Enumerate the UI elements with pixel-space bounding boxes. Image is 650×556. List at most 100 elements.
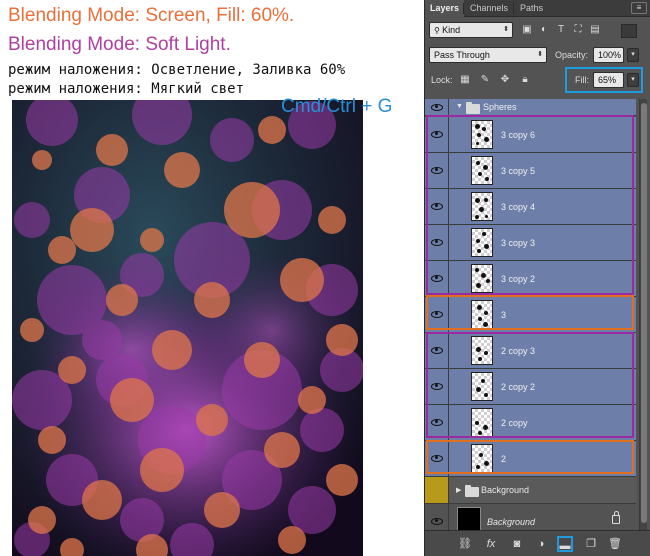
lock-all-icon[interactable]: 🔒︎: [519, 74, 531, 86]
orange-sphere: [224, 182, 280, 238]
lock-icon: [612, 511, 620, 524]
tab-divider: [513, 3, 514, 14]
trash-icon[interactable]: 🗑︎: [607, 536, 623, 552]
layer2-highlight: [426, 440, 634, 474]
panel-menu-icon[interactable]: ≡: [631, 2, 647, 14]
orange-sphere: [258, 116, 286, 144]
add-mask-icon[interactable]: ◙: [509, 536, 525, 552]
fill-value: 65%: [598, 75, 617, 85]
artwork-area: Blending Mode: Screen, Fill: 60%. Blendi…: [0, 0, 422, 556]
tab-paths[interactable]: Paths: [515, 0, 548, 17]
canvas-artwork: [12, 100, 363, 556]
opacity-value: 100%: [598, 50, 622, 60]
purple-sphere: [14, 202, 50, 238]
chevron-down-icon: ⬍: [503, 26, 509, 33]
expand-arrow-icon[interactable]: ▶: [456, 486, 461, 494]
search-icon: ⚲: [434, 26, 443, 35]
layers-scrollbar[interactable]: [639, 99, 647, 531]
link-icon[interactable]: ⛓: [457, 536, 473, 552]
caption-soft-light: Blending Mode: Soft Light.: [8, 34, 231, 55]
copy2-group-highlight: [426, 332, 634, 438]
orange-sphere: [32, 150, 52, 170]
tab-divider: [463, 3, 464, 14]
orange-sphere: [70, 208, 114, 252]
orange-sphere: [204, 492, 240, 528]
orange-sphere: [110, 378, 154, 422]
layers-action-bar: ⛓ fx ◙ ◑ ▬ ❐ 🗑︎: [425, 530, 650, 556]
visibility-toggle[interactable]: [425, 477, 449, 503]
visibility-toggle[interactable]: [425, 99, 449, 115]
fill-input[interactable]: 65%: [593, 72, 624, 88]
chevron-down-icon: ⬍: [537, 51, 543, 58]
orange-sphere: [82, 480, 122, 520]
layer3-highlight: [426, 295, 634, 330]
filter-smart-object-icon[interactable]: ▤: [589, 24, 601, 36]
filter-adjustment-icon[interactable]: ◐: [538, 24, 550, 36]
new-layer-icon[interactable]: ❐: [583, 536, 599, 552]
layer-group-row[interactable]: ▼ Spheres: [425, 99, 636, 116]
orange-sphere: [28, 506, 56, 534]
panel-tab-bar: Layers Channels Paths ≡: [425, 0, 650, 17]
orange-sphere: [326, 464, 358, 496]
orange-sphere: [298, 386, 326, 414]
fill-label: Fill:: [575, 75, 589, 85]
blend-mode-value: Pass Through: [434, 50, 490, 60]
tab-channels[interactable]: Channels: [465, 0, 513, 17]
filter-type-icon[interactable]: T: [555, 24, 567, 36]
kind-filter-dropdown[interactable]: ⚲ Kind ⬍: [429, 22, 513, 38]
shortcut-label: Cmd/Ctrl + G: [281, 96, 393, 117]
adjustment-icon[interactable]: ◑: [533, 536, 549, 552]
lock-paint-icon[interactable]: ✎: [479, 74, 491, 86]
orange-sphere: [20, 318, 44, 342]
layer-name: Background: [481, 485, 530, 495]
scrollbar-thumb[interactable]: [641, 103, 647, 523]
layer-group-row[interactable]: ▶ Background: [425, 477, 636, 504]
orange-sphere: [326, 324, 358, 356]
orange-sphere: [38, 426, 66, 454]
orange-sphere: [318, 206, 346, 234]
blend-mode-dropdown[interactable]: Pass Through ⬍: [429, 47, 547, 63]
orange-sphere: [278, 526, 306, 554]
fx-icon[interactable]: fx: [483, 536, 499, 552]
lock-transparency-icon[interactable]: ▦: [459, 74, 471, 86]
opacity-input[interactable]: 100%: [593, 47, 624, 63]
expand-arrow-icon[interactable]: ▼: [456, 103, 463, 110]
caption-screen-blend: Blending Mode: Screen, Fill: 60%.: [8, 5, 295, 26]
opacity-label: Opacity:: [555, 50, 589, 60]
eye-icon: [431, 518, 443, 525]
orange-sphere: [152, 330, 192, 370]
orange-sphere: [48, 236, 76, 264]
orange-sphere: [140, 448, 184, 492]
orange-sphere: [194, 282, 230, 318]
orange-sphere: [264, 432, 300, 468]
filter-shape-icon[interactable]: ⛶: [572, 24, 584, 36]
fill-slider-button[interactable]: ▾: [627, 73, 639, 87]
copy3-group-highlight: [426, 115, 634, 295]
caption-russian-screen: режим наложения: Осветление, Заливка 60%: [8, 62, 346, 78]
orange-sphere: [58, 356, 86, 384]
orange-sphere: [140, 228, 164, 252]
orange-sphere: [244, 342, 280, 378]
layers-panel: Layers Channels Paths ≡ ⚲ Kind ⬍ ▣ ◐ T ⛶…: [424, 0, 650, 556]
opacity-slider-button[interactable]: ▾: [627, 48, 639, 62]
orange-sphere: [96, 134, 128, 166]
purple-sphere: [82, 320, 122, 360]
lock-label: Lock:: [431, 75, 453, 85]
purple-sphere: [300, 408, 344, 452]
filter-toggle-icon[interactable]: [621, 24, 637, 38]
orange-sphere: [280, 258, 324, 302]
orange-sphere: [196, 404, 228, 436]
folder-icon: [466, 102, 480, 114]
eye-icon: [431, 104, 443, 111]
filter-pixel-icon[interactable]: ▣: [521, 24, 533, 36]
orange-sphere: [164, 152, 200, 188]
lock-position-icon[interactable]: ✥: [499, 74, 511, 86]
orange-sphere: [106, 284, 138, 316]
purple-sphere: [210, 118, 254, 162]
tab-layers[interactable]: Layers: [425, 0, 465, 17]
caption-russian-soft-light: режим наложения: Мягкий свет: [8, 81, 245, 97]
kind-filter-value: Kind: [442, 25, 461, 35]
new-group-icon[interactable]: ▬: [557, 536, 573, 552]
folder-icon: [465, 485, 479, 497]
layer-name: Spheres: [483, 102, 517, 112]
